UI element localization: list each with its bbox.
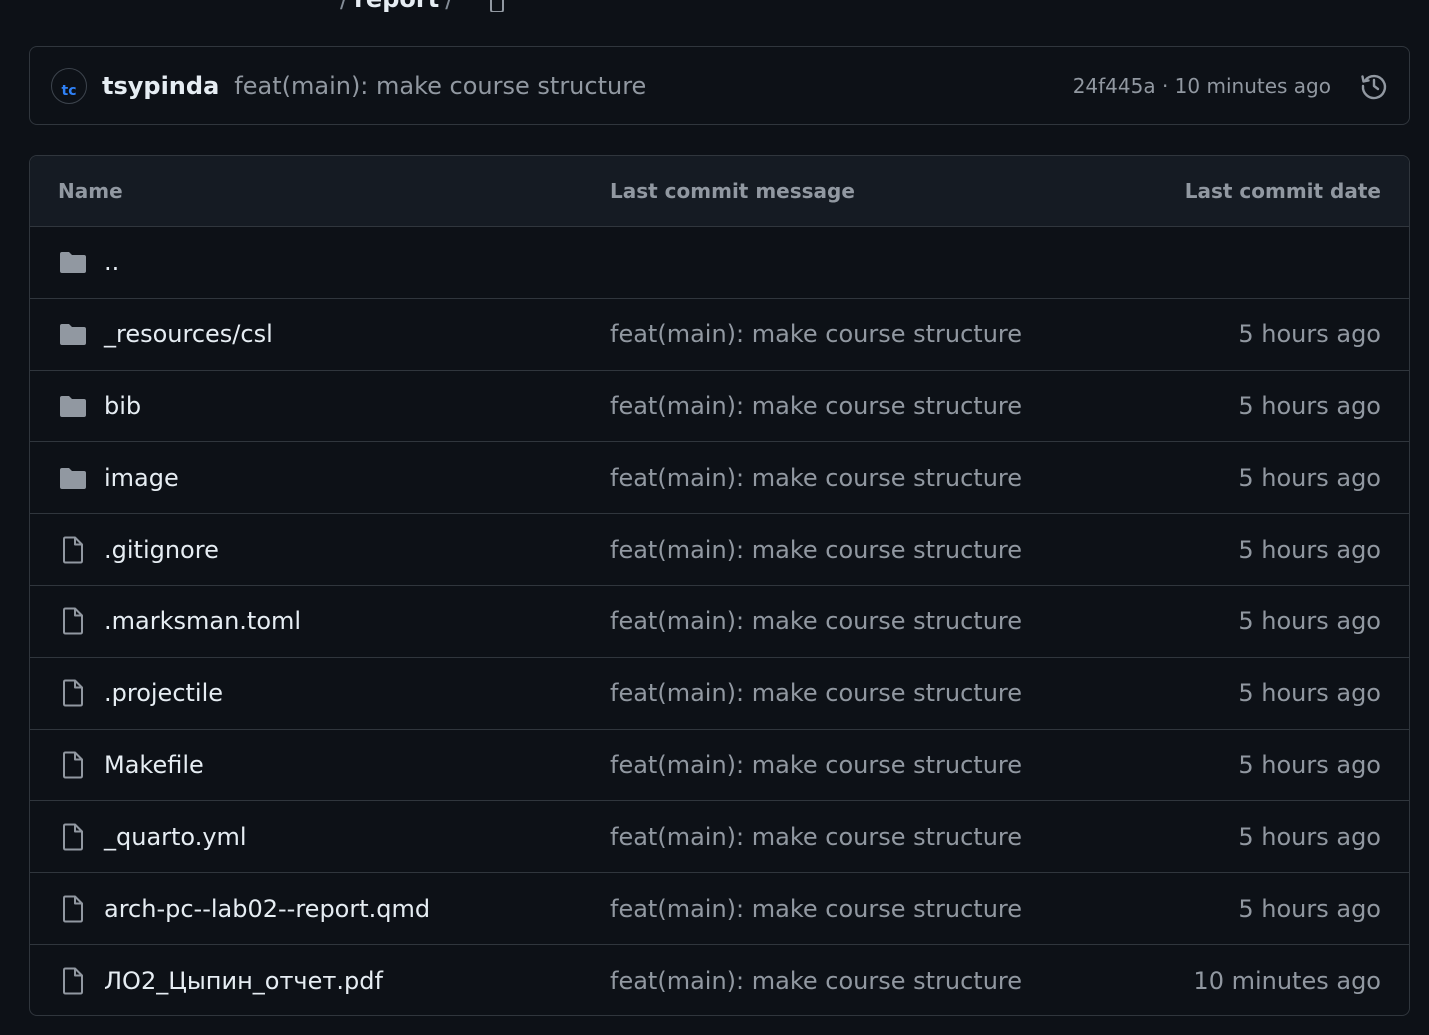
breadcrumb-current-folder: report (354, 0, 439, 13)
row-commit-date: 5 hours ago (1238, 391, 1381, 420)
table-row[interactable]: .marksman.toml feat(main): make course st… (30, 586, 1409, 658)
table-row[interactable]: arch-pc--lab02--report.qmd feat(main): ma… (30, 873, 1409, 945)
row-commit-date: 5 hours ago (1238, 607, 1381, 636)
commit-message-link[interactable]: feat(main): make course structure (234, 72, 646, 100)
row-commit-date: 10 minutes ago (1193, 966, 1381, 995)
history-icon[interactable] (1359, 71, 1389, 101)
row-commit-message-link[interactable]: feat(main): make course structure (610, 895, 1022, 923)
file-name-link[interactable]: arch-pc--lab02--report.qmd (104, 895, 430, 923)
folder-icon (58, 463, 88, 493)
row-commit-date: 5 hours ago (1238, 679, 1381, 708)
row-commit-message-link[interactable]: feat(main): make course structure (610, 320, 1022, 348)
folder-icon (58, 391, 88, 421)
table-row[interactable]: Makefile feat(main): make course structur… (30, 730, 1409, 802)
row-commit-date: 5 hours ago (1238, 463, 1381, 492)
commit-author-link[interactable]: tsypinda (102, 72, 219, 100)
file-icon (58, 678, 88, 708)
row-commit-message-link[interactable]: feat(main): make course structure (610, 823, 1022, 851)
file-name-link[interactable]: .gitignore (104, 536, 219, 564)
folder-name-link[interactable]: _resources/csl (104, 320, 273, 348)
copy-path-icon[interactable] (489, 0, 505, 13)
folder-name-link[interactable]: .. (104, 248, 119, 276)
row-commit-date: 5 hours ago (1238, 822, 1381, 851)
breadcrumb-separator: / (445, 0, 453, 13)
row-commit-date: 5 hours ago (1238, 750, 1381, 779)
avatar-initials: tc (61, 82, 77, 99)
file-icon (58, 894, 88, 924)
file-icon (58, 606, 88, 636)
row-commit-message-link[interactable]: feat(main): make course structure (610, 751, 1022, 779)
row-commit-date: 5 hours ago (1238, 535, 1381, 564)
column-header-last-commit-date: Last commit date (1184, 179, 1381, 203)
row-commit-message-link[interactable]: feat(main): make course structure (610, 392, 1022, 420)
avatar[interactable]: tc (51, 67, 87, 104)
file-name-link[interactable]: Makefile (104, 751, 204, 779)
folder-icon (58, 319, 88, 349)
breadcrumb: / report / (340, 0, 505, 13)
file-list: .. _resources/csl feat(main): make course… (30, 227, 1409, 1015)
column-header-name: Name (58, 179, 123, 203)
row-commit-message-link[interactable]: feat(main): make course structure (610, 607, 1022, 635)
row-commit-message-link[interactable]: feat(main): make course structure (610, 536, 1022, 564)
file-name-link[interactable]: .projectile (104, 679, 223, 707)
latest-commit-bar: tc tsypinda feat(main): make course stru… (29, 46, 1410, 125)
table-row[interactable]: ЛО2_Цыпин_отчет.pdf feat(main): make cour… (30, 945, 1409, 1015)
file-icon (58, 822, 88, 852)
file-icon (58, 535, 88, 565)
table-row[interactable]: image feat(main): make course structure 5 … (30, 442, 1409, 515)
file-name-link[interactable]: ЛО2_Цыпин_отчет.pdf (104, 967, 383, 995)
table-row[interactable]: _resources/csl feat(main): make course st… (30, 299, 1409, 371)
table-row[interactable]: .. (30, 227, 1409, 299)
file-table: Name Last commit message Last commit dat… (29, 155, 1410, 1016)
table-row[interactable]: .projectile feat(main): make course struc… (30, 658, 1409, 730)
folder-name-link[interactable]: bib (104, 392, 141, 420)
folder-name-link[interactable]: image (104, 464, 179, 492)
table-row[interactable]: bib feat(main): make course structure 5 ho… (30, 371, 1409, 443)
file-name-link[interactable]: .marksman.toml (104, 607, 301, 635)
row-commit-message-link[interactable]: feat(main): make course structure (610, 464, 1022, 492)
row-commit-date: 5 hours ago (1238, 320, 1381, 349)
file-icon (58, 966, 88, 996)
breadcrumb-separator: / (340, 0, 348, 13)
commit-hash-and-time[interactable]: 24f445a · 10 minutes ago (1073, 74, 1331, 98)
table-row[interactable]: _quarto.yml feat(main): make course struc… (30, 801, 1409, 874)
file-icon (58, 750, 88, 780)
row-commit-message-link[interactable]: feat(main): make course structure (610, 967, 1022, 995)
row-commit-message-link[interactable]: feat(main): make course structure (610, 679, 1022, 707)
folder-icon (58, 247, 88, 277)
column-header-last-commit-message: Last commit message (610, 179, 855, 203)
table-row[interactable]: .gitignore feat(main): make course struct… (30, 514, 1409, 586)
row-commit-date: 5 hours ago (1238, 894, 1381, 923)
file-name-link[interactable]: _quarto.yml (104, 823, 247, 851)
table-header: Name Last commit message Last commit dat… (30, 156, 1409, 227)
